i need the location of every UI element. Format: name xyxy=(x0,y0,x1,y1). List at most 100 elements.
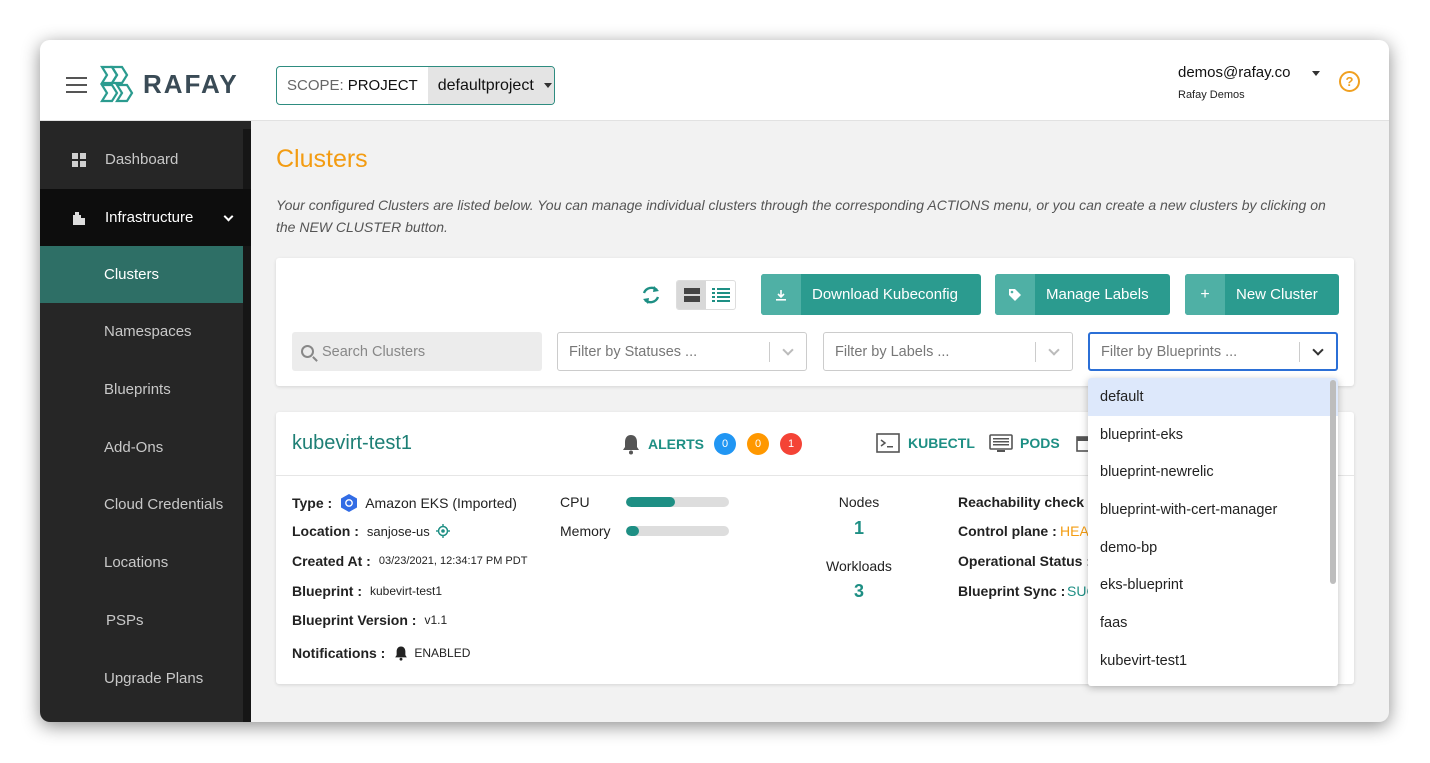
cluster-name-link[interactable]: kubevirt-test1 xyxy=(292,432,412,455)
page-description: Your configured Clusters are listed belo… xyxy=(276,197,1326,235)
dropdown-option[interactable]: default xyxy=(1088,378,1338,416)
filter-placeholder: Filter by Blueprints ... xyxy=(1101,343,1238,360)
filter-statuses-select[interactable]: Filter by Statuses ... xyxy=(557,332,807,371)
card-view-icon[interactable] xyxy=(677,281,706,309)
project-dropdown[interactable]: defaultproject xyxy=(427,67,554,104)
sidebar-item-upgrade-plans[interactable]: Upgrade Plans xyxy=(40,650,243,707)
scope-level-value: PROJECT xyxy=(347,77,418,94)
dropdown-option[interactable]: faas xyxy=(1088,604,1338,642)
dropdown-scrollbar[interactable] xyxy=(1330,380,1336,584)
rafay-logo-icon xyxy=(100,65,134,103)
reachability-key: Reachability check : xyxy=(958,494,1093,510)
list-view-icon[interactable] xyxy=(706,281,735,309)
type-key: Type : xyxy=(292,495,333,511)
alerts-label: ALERTS xyxy=(648,436,704,452)
memory-label: Memory xyxy=(560,523,611,539)
download-kubeconfig-button[interactable]: Download Kubeconfig xyxy=(761,274,981,315)
filter-placeholder: Filter by Statuses ... xyxy=(569,343,698,360)
cluster-location-row: Location : sanjose-us xyxy=(292,523,450,539)
button-label: New Cluster xyxy=(1236,286,1318,303)
sidebar-item-psps[interactable]: PSPs xyxy=(40,592,243,649)
new-cluster-button[interactable]: + New Cluster xyxy=(1185,274,1339,315)
sidebar-item-locations[interactable]: Locations xyxy=(40,534,243,591)
chevron-down-icon xyxy=(1312,343,1324,356)
scope-selector[interactable]: SCOPE: PROJECT defaultproject xyxy=(276,66,555,105)
notifications-value: ENABLED xyxy=(414,646,471,660)
bell-icon xyxy=(395,646,408,661)
kubectl-link[interactable]: KUBECTL xyxy=(876,433,975,453)
dropdown-option[interactable]: eks-blueprint xyxy=(1088,566,1338,604)
plus-icon: + xyxy=(1185,274,1225,315)
memory-usage-bar xyxy=(626,526,729,536)
view-toggle[interactable] xyxy=(676,280,736,310)
blueprint-sync-key: Blueprint Sync : xyxy=(958,583,1066,599)
sidebar-item-label: Locations xyxy=(104,554,169,571)
info-alert-badge[interactable]: 0 xyxy=(714,433,736,455)
filter-labels-select[interactable]: Filter by Labels ... xyxy=(823,332,1073,371)
building-icon xyxy=(73,211,85,225)
sidebar-item-label: Upgrade Plans xyxy=(104,670,204,687)
sidebar-item-namespaces[interactable]: Namespaces xyxy=(40,303,243,360)
manage-labels-button[interactable]: Manage Labels xyxy=(995,274,1170,315)
bpversion-key: Blueprint Version : xyxy=(292,612,417,628)
kubernetes-icon xyxy=(341,494,358,512)
kubectl-label: KUBECTL xyxy=(908,435,975,451)
terminal-icon xyxy=(876,433,900,453)
dropdown-option[interactable]: blueprint-eks xyxy=(1088,416,1338,454)
app-window: RAFAY SCOPE: PROJECT defaultproject demo… xyxy=(40,40,1389,722)
sidebar-item-infrastructure[interactable]: Infrastructure xyxy=(40,189,251,246)
cluster-bpversion-row: Blueprint Version : v1.1 xyxy=(292,612,447,628)
cluster-type-row: Type : Amazon EKS (Imported) xyxy=(292,493,517,513)
sidebar-item-blueprints[interactable]: Blueprints xyxy=(40,361,243,418)
type-value: Amazon EKS (Imported) xyxy=(365,495,517,511)
filter-blueprints-select[interactable]: Filter by Blueprints ... xyxy=(1088,332,1338,371)
dropdown-option[interactable]: kubevirt-test1 xyxy=(1088,642,1338,680)
created-key: Created At : xyxy=(292,553,371,569)
help-icon[interactable]: ? xyxy=(1339,71,1360,92)
dropdown-option[interactable]: blueprint-newrelic xyxy=(1088,453,1338,491)
operational-status-key: Operational Status : xyxy=(958,553,1092,569)
cpu-usage-bar xyxy=(626,497,729,507)
nodes-count[interactable]: 1 xyxy=(809,518,909,539)
sidebar-item-label: Cloud Credentials xyxy=(104,496,224,513)
sidebar-item-addons[interactable]: Add-Ons xyxy=(40,419,243,476)
chevron-down-icon xyxy=(782,343,794,356)
user-menu-caret-icon[interactable] xyxy=(1312,71,1320,76)
warning-alert-badge[interactable]: 0 xyxy=(747,433,769,455)
location-target-icon[interactable] xyxy=(435,524,450,538)
button-label: Manage Labels xyxy=(1046,286,1149,303)
user-email[interactable]: demos@rafay.co xyxy=(1178,64,1291,81)
sidebar-item-label: PSPs xyxy=(106,612,144,629)
pods-link[interactable]: PODS xyxy=(989,433,1060,453)
pods-label: PODS xyxy=(1020,435,1060,451)
workloads-label: Workloads xyxy=(826,558,892,574)
control-plane-value: HEA xyxy=(1060,523,1089,539)
dashboard-icon xyxy=(72,152,86,167)
blueprint-key: Blueprint : xyxy=(292,583,362,599)
button-label: Download Kubeconfig xyxy=(812,286,958,303)
sidebar-item-cloud-credentials[interactable]: Cloud Credentials xyxy=(40,476,243,533)
nodes-label: Nodes xyxy=(838,494,880,510)
workloads-count[interactable]: 3 xyxy=(809,581,909,602)
pods-icon xyxy=(989,434,1013,452)
cluster-notifications-row: Notifications : ENABLED xyxy=(292,645,470,661)
sidebar-item-dashboard[interactable]: Dashboard xyxy=(40,131,243,188)
tag-icon xyxy=(995,274,1035,315)
dropdown-option[interactable]: blueprint-with-cert-manager xyxy=(1088,491,1338,529)
refresh-icon[interactable] xyxy=(640,284,662,306)
created-value: 03/23/2021, 12:34:17 PM PDT xyxy=(378,555,528,567)
download-icon xyxy=(761,274,801,315)
sidebar: Dashboard Infrastructure Clusters Namesp… xyxy=(40,121,251,722)
cpu-usage-fill xyxy=(626,497,676,507)
clusters-toolbar: Download Kubeconfig Manage Labels + New … xyxy=(276,258,1354,386)
sidebar-item-clusters[interactable]: Clusters xyxy=(40,246,243,303)
menu-icon[interactable] xyxy=(66,77,87,98)
search-clusters-input[interactable]: Search Clusters xyxy=(292,332,542,371)
sidebar-item-label: Infrastructure xyxy=(105,209,194,226)
alerts-group[interactable]: ALERTS 0 0 1 xyxy=(620,433,813,455)
project-name: defaultproject xyxy=(437,76,534,94)
dropdown-option[interactable]: demo-bp xyxy=(1088,529,1338,567)
critical-alert-badge[interactable]: 1 xyxy=(780,433,802,455)
bpversion-value: v1.1 xyxy=(424,613,448,627)
search-icon xyxy=(301,345,314,358)
